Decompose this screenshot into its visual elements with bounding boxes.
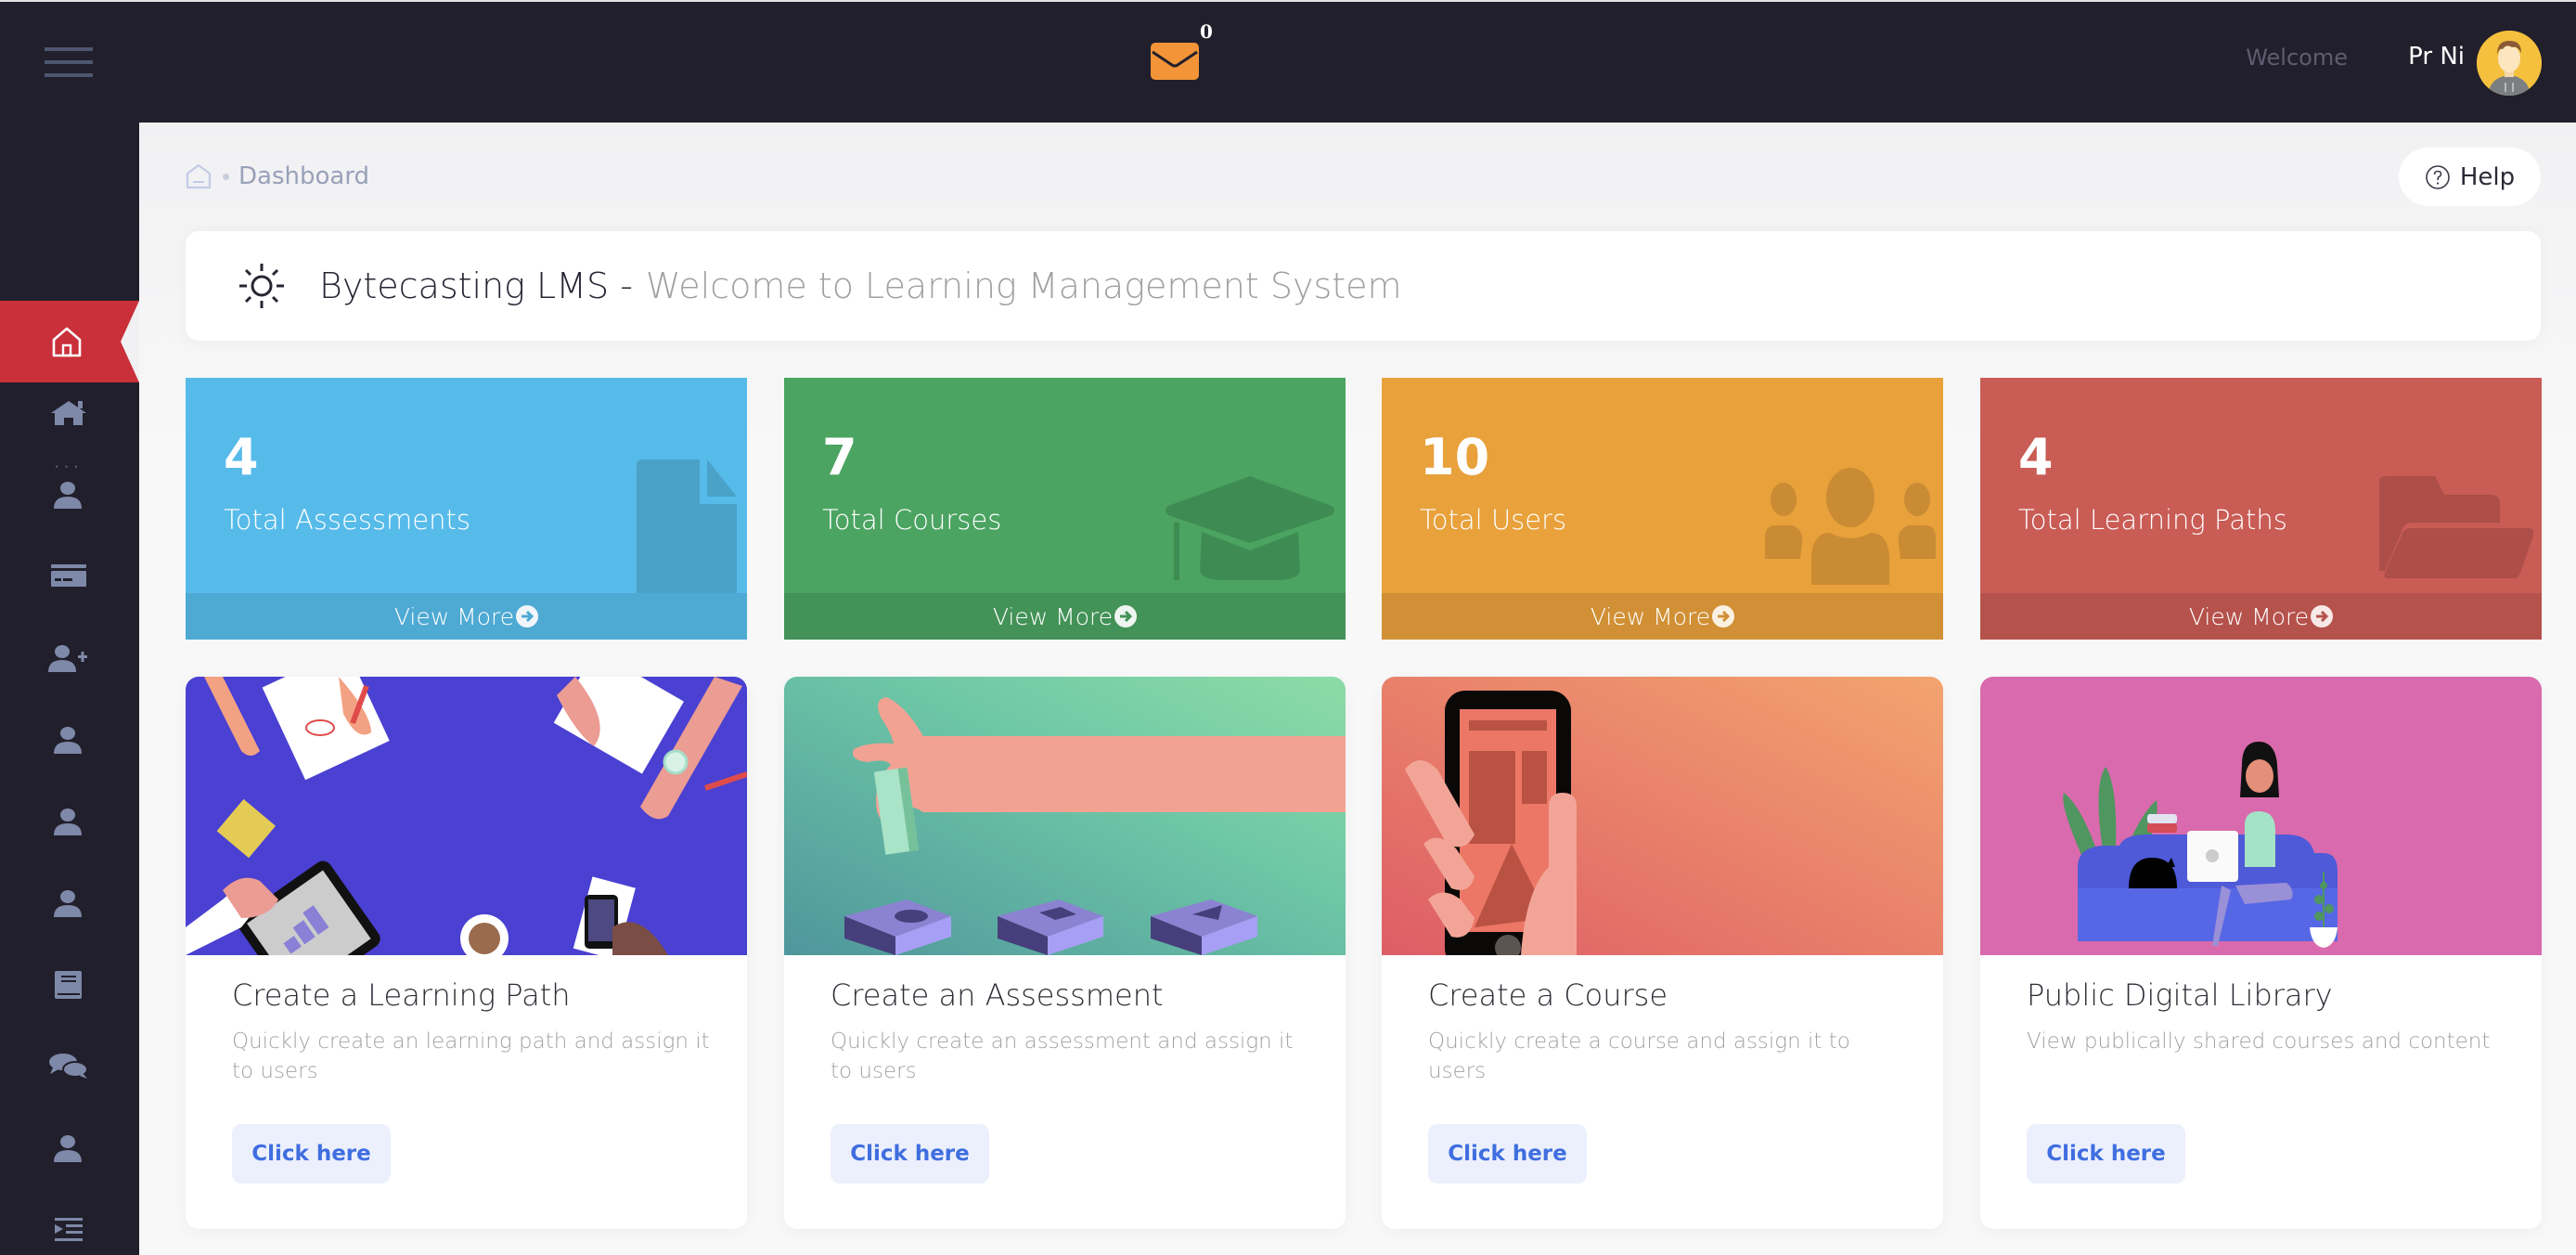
view-more-link[interactable]: View More [1980, 593, 2542, 640]
stat-label: Total Courses [822, 504, 1002, 536]
feature-description: View publically shared courses and conte… [2027, 1029, 2491, 1054]
file-icon [637, 459, 737, 599]
welcome-label: Welcome [2246, 45, 2348, 71]
feature-card-assessment: Create an Assessment Quickly create an a… [784, 677, 1346, 1229]
view-more-link[interactable]: View More [1382, 593, 1943, 640]
stat-value: 4 [2018, 428, 2054, 486]
create-course-button[interactable]: Click here [1428, 1124, 1587, 1184]
users-icon [1765, 468, 1936, 585]
mail-count-badge: 0 [1200, 20, 1213, 43]
breadcrumb-separator [223, 173, 229, 180]
username[interactable]: Pr Ni [2408, 43, 2465, 71]
question-circle-icon [2426, 164, 2450, 189]
feature-title: Create an Assessment [831, 977, 1164, 1013]
library-illustration [1980, 677, 2542, 955]
stat-value: 4 [224, 428, 259, 486]
graduation-cap-icon [1166, 476, 1334, 580]
active-indicator-notch [121, 301, 139, 382]
view-more-label: View More [2188, 602, 2310, 630]
feature-title: Create a Learning Path [232, 977, 571, 1013]
sidebar-item-library[interactable] [45, 966, 93, 1003]
feature-title: Public Digital Library [2027, 977, 2333, 1013]
sidebar-item-users-3[interactable] [45, 885, 93, 922]
home-outline-icon [52, 327, 82, 357]
banner-title: Bytecasting LMS - [319, 265, 633, 306]
mail-icon[interactable] [1151, 43, 1199, 80]
stat-card-users[interactable]: 10 Total Users View More [1382, 378, 1943, 640]
sun-icon [239, 264, 284, 308]
learning-path-illustration [186, 677, 747, 955]
sidebar: ... [0, 123, 139, 1255]
sidebar-item-users-1[interactable] [45, 721, 93, 758]
home-icon [51, 401, 86, 425]
sidebar-item-messages[interactable] [45, 1048, 93, 1085]
stat-label: Total Assessments [224, 504, 471, 536]
welcome-banner: Bytecasting LMS - Welcome to Learning Ma… [186, 231, 2541, 341]
sidebar-item-users-2[interactable] [45, 803, 93, 840]
feature-card-course: Create a Course Quickly create a course … [1382, 677, 1943, 1229]
comments-icon [49, 1054, 88, 1079]
top-bar [0, 2, 2576, 123]
sidebar-item-users-4[interactable] [45, 1130, 93, 1167]
stat-value: 10 [1420, 428, 1490, 486]
feature-card-learning-path: Create a Learning Path Quickly create an… [186, 677, 747, 1229]
help-button[interactable]: Help [2399, 148, 2541, 206]
breadcrumb-current: Dashboard [238, 162, 370, 190]
arrow-circle-right-icon [516, 605, 539, 628]
arrow-circle-right-icon [1114, 605, 1138, 628]
stat-label: Total Users [1420, 504, 1567, 536]
user-icon [54, 727, 82, 754]
hamburger-line [45, 73, 93, 77]
sidebar-item-dashboard[interactable] [0, 301, 139, 382]
sidebar-more-dots: ... [54, 450, 84, 472]
feature-description: Quickly create an assessment and assign … [831, 1029, 1294, 1083]
book-icon [55, 971, 82, 999]
course-illustration [1382, 677, 1943, 955]
sidebar-item-payments[interactable] [45, 558, 93, 595]
create-assessment-button[interactable]: Click here [831, 1124, 989, 1184]
menu-toggle-button[interactable] [45, 47, 93, 77]
arrow-circle-right-icon [1712, 605, 1735, 628]
user-plus-icon [48, 645, 87, 672]
hamburger-line [45, 47, 93, 51]
user-icon [54, 482, 82, 509]
folder-open-icon [2379, 476, 2533, 578]
sidebar-item-profile[interactable] [45, 476, 93, 513]
user-icon [54, 809, 82, 835]
breadcrumb-home-icon[interactable] [186, 163, 212, 189]
avatar[interactable] [2477, 31, 2542, 96]
feature-description: Quickly create an learning path and assi… [232, 1029, 710, 1083]
stat-value: 7 [822, 428, 857, 486]
view-more-link[interactable]: View More [186, 593, 747, 640]
view-more-link[interactable]: View More [784, 593, 1346, 640]
feature-title: Create a Course [1428, 977, 1668, 1013]
user-icon [54, 890, 82, 917]
sidebar-item-home[interactable] [45, 395, 93, 432]
hamburger-line [45, 60, 93, 64]
view-more-label: View More [992, 602, 1114, 630]
stat-card-assessments[interactable]: 4 Total Assessments View More [186, 378, 747, 640]
stat-label: Total Learning Paths [2018, 504, 2287, 536]
credit-card-icon [51, 564, 86, 587]
stat-card-learning-paths[interactable]: 4 Total Learning Paths View More [1980, 378, 2542, 640]
feature-card-library: Public Digital Library View publically s… [1980, 677, 2542, 1229]
user-icon [54, 1135, 82, 1162]
sidebar-item-reports[interactable] [45, 1211, 93, 1249]
public-library-button[interactable]: Click here [2027, 1124, 2185, 1184]
arrow-circle-right-icon [2311, 605, 2334, 628]
stat-card-courses[interactable]: 7 Total Courses View More [784, 378, 1346, 640]
view-more-label: View More [1590, 602, 1711, 630]
help-label: Help [2459, 162, 2516, 191]
create-learning-path-button[interactable]: Click here [232, 1124, 391, 1184]
breadcrumb: Dashboard [186, 160, 369, 193]
feature-description: Quickly create a course and assign it to… [1428, 1029, 1850, 1083]
indent-icon [55, 1218, 83, 1241]
assessment-illustration [784, 677, 1346, 955]
sidebar-item-add-user[interactable] [45, 640, 93, 677]
view-more-label: View More [393, 602, 515, 630]
banner-subtitle: Welcome to Learning Management System [645, 265, 1402, 306]
